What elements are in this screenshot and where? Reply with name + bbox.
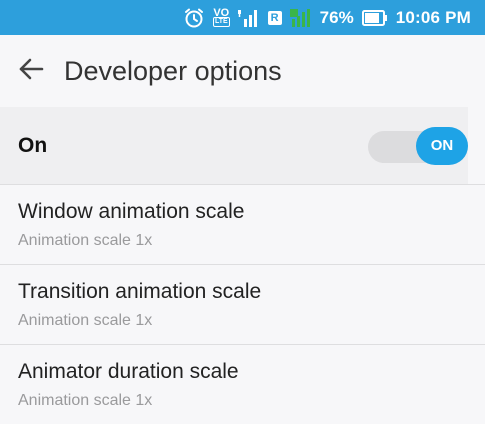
battery-percent: 76% bbox=[319, 7, 354, 27]
toggle-thumb: ON bbox=[416, 126, 468, 165]
volte-icon: VO LTE bbox=[212, 6, 230, 27]
roaming-icon: R bbox=[267, 10, 282, 25]
alarm-clock-icon bbox=[183, 7, 205, 29]
setting-title: Window animation scale bbox=[18, 200, 245, 223]
volte-bottom-label: LTE bbox=[212, 16, 230, 27]
status-bar: VO LTE R 76% 10:06 PM bbox=[0, 0, 485, 35]
setting-title: Animator duration scale bbox=[18, 360, 239, 383]
master-switch-row[interactable]: On ON bbox=[0, 107, 468, 184]
app-bar: Developer options bbox=[0, 35, 485, 107]
signal-sim2-icon bbox=[289, 7, 312, 29]
back-button[interactable] bbox=[16, 56, 46, 86]
setting-summary: Animation scale 1x bbox=[18, 232, 153, 249]
master-switch-label: On bbox=[18, 133, 48, 157]
settings-list: Window animation scale Animation scale 1… bbox=[0, 184, 485, 424]
setting-transition-animation-scale[interactable]: Transition animation scale Animation sca… bbox=[0, 264, 485, 344]
battery-icon bbox=[361, 9, 388, 26]
clock: 10:06 PM bbox=[395, 7, 471, 27]
setting-summary: Animation scale 1x bbox=[18, 312, 153, 329]
setting-animator-duration-scale[interactable]: Animator duration scale Animation scale … bbox=[0, 344, 485, 424]
setting-summary: Animation scale 1x bbox=[18, 392, 153, 409]
developer-options-toggle[interactable]: ON bbox=[368, 126, 468, 165]
page-title: Developer options bbox=[64, 55, 282, 86]
signal-sim1-icon bbox=[237, 7, 260, 29]
setting-window-animation-scale[interactable]: Window animation scale Animation scale 1… bbox=[0, 184, 485, 264]
arrow-left-icon bbox=[18, 56, 44, 87]
volte-top-label: VO bbox=[213, 6, 230, 19]
setting-title: Transition animation scale bbox=[18, 280, 262, 303]
